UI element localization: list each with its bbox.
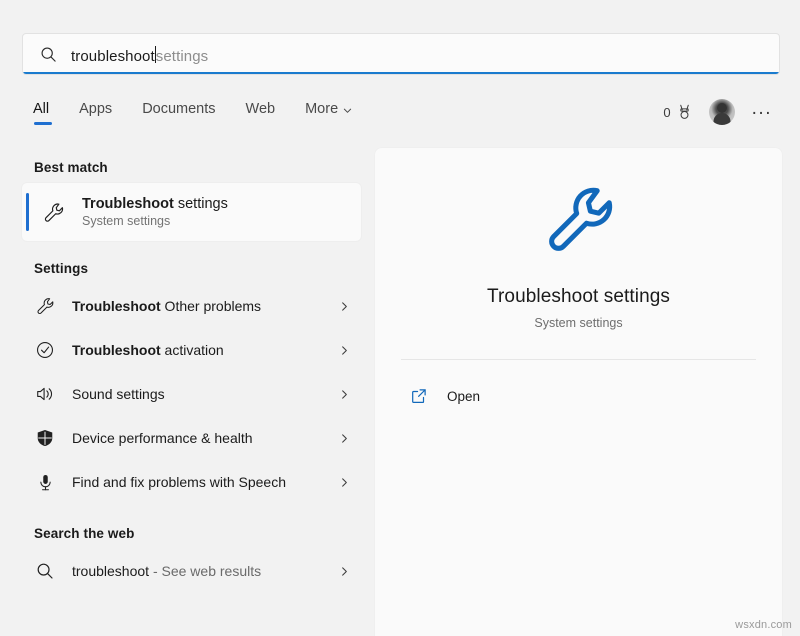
list-item-label: Sound settings — [72, 386, 165, 402]
tab-more[interactable]: More — [290, 97, 367, 127]
chevron-right-icon[interactable] — [337, 564, 351, 578]
watermark: wsxdn.com — [735, 619, 792, 631]
preview-title: Troubleshoot settings — [487, 286, 670, 308]
tab-web-label: Web — [246, 101, 276, 117]
best-match-title-bold: Troubleshoot — [82, 196, 174, 212]
chevron-right-icon[interactable] — [337, 431, 351, 445]
list-item-label: Device performance & health — [72, 430, 253, 446]
search-bar-container: troubleshootsettings — [22, 33, 780, 75]
tab-documents-label: Documents — [142, 101, 215, 117]
list-item[interactable]: Troubleshoot Other problems — [22, 284, 361, 328]
list-item-label-bold: Troubleshoot — [72, 342, 161, 358]
avatar[interactable] — [709, 99, 735, 125]
list-item[interactable]: Sound settings — [22, 372, 361, 416]
list-item[interactable]: Find and fix problems with Speech — [22, 460, 361, 504]
ellipsis-icon[interactable]: ... — [752, 104, 772, 120]
tab-web[interactable]: Web — [231, 97, 291, 127]
chevron-right-icon[interactable] — [337, 387, 351, 401]
preview-pane: Troubleshoot settings System settings Op… — [375, 148, 782, 636]
chevron-right-icon[interactable] — [337, 343, 351, 357]
search-input[interactable]: troubleshootsettings — [22, 33, 780, 75]
tab-apps[interactable]: Apps — [64, 97, 127, 127]
list-item-label-rest: Device performance & health — [72, 430, 253, 446]
selection-accent-bar — [26, 193, 29, 231]
tabs-right-cluster: 0 ... — [663, 99, 780, 125]
text-cursor — [155, 46, 156, 63]
best-match-heading: Best match — [34, 160, 361, 175]
preview-divider — [401, 359, 756, 360]
best-match-subtitle: System settings — [82, 214, 228, 228]
list-item-label-rest: activation — [161, 342, 224, 358]
preview-subtitle: System settings — [534, 316, 622, 330]
settings-section-heading: Settings — [34, 261, 361, 276]
best-match-title-rest: settings — [174, 196, 228, 212]
windows-search-panel: troubleshootsettings All Apps Documents … — [0, 0, 800, 636]
list-item-label-rest: Sound settings — [72, 386, 165, 402]
filter-tabs: All Apps Documents Web More — [22, 97, 367, 127]
results-list-pane: Best match Troubleshoot settings System … — [0, 140, 375, 636]
rewards-medal-icon — [677, 104, 692, 120]
open-external-icon — [409, 386, 429, 406]
list-item-label-rest: Other problems — [161, 298, 261, 314]
web-section-heading: Search the web — [34, 526, 361, 541]
check-circle-icon — [34, 339, 56, 361]
tab-all-label: All — [33, 101, 49, 117]
wrench-icon — [34, 295, 56, 317]
list-item-label: Find and fix problems with Speech — [72, 474, 286, 490]
search-icon — [34, 560, 56, 582]
open-button-label: Open — [447, 389, 480, 404]
web-query-text: troubleshoot — [72, 563, 149, 579]
settings-results-list: Troubleshoot Other problems Tr — [22, 284, 361, 504]
tab-more-label: More — [305, 101, 338, 117]
rewards-button[interactable]: 0 — [663, 104, 691, 120]
best-match-result[interactable]: Troubleshoot settings System settings — [22, 183, 361, 241]
web-results-list: troubleshoot - See web results — [22, 549, 361, 593]
speaker-icon — [34, 383, 56, 405]
tab-all[interactable]: All — [22, 97, 64, 127]
wrench-icon-large — [536, 176, 622, 262]
open-button[interactable]: Open — [401, 380, 756, 412]
list-item-label: Troubleshoot Other problems — [72, 298, 261, 314]
web-query-hint: - See web results — [149, 563, 261, 579]
chevron-right-icon[interactable] — [337, 299, 351, 313]
list-item-label: Troubleshoot activation — [72, 342, 224, 358]
tab-apps-label: Apps — [79, 101, 112, 117]
best-match-title: Troubleshoot settings — [82, 196, 228, 212]
microphone-icon — [34, 471, 56, 493]
tab-documents[interactable]: Documents — [127, 97, 230, 127]
search-text-wrapper: troubleshootsettings — [71, 44, 208, 64]
list-item[interactable]: Device performance & health — [22, 416, 361, 460]
search-typed-text: troubleshoot — [71, 49, 155, 64]
preview-hero: Troubleshoot settings System settings — [401, 148, 756, 330]
wrench-icon — [40, 199, 66, 225]
list-item-label-rest: Find and fix problems with Speech — [72, 474, 286, 490]
list-item[interactable]: Troubleshoot activation — [22, 328, 361, 372]
filter-tabs-bar: All Apps Documents Web More — [22, 92, 780, 132]
results-area: Best match Troubleshoot settings System … — [0, 140, 800, 636]
search-icon — [37, 43, 59, 65]
shield-icon — [34, 427, 56, 449]
chevron-right-icon[interactable] — [337, 475, 351, 489]
rewards-points: 0 — [663, 105, 670, 120]
list-item-label: troubleshoot - See web results — [72, 563, 261, 579]
chevron-down-icon — [343, 106, 352, 115]
list-item-label-bold: Troubleshoot — [72, 298, 161, 314]
search-suggested-text: settings — [156, 49, 209, 64]
best-match-texts: Troubleshoot settings System settings — [82, 196, 228, 228]
list-item[interactable]: troubleshoot - See web results — [22, 549, 361, 593]
